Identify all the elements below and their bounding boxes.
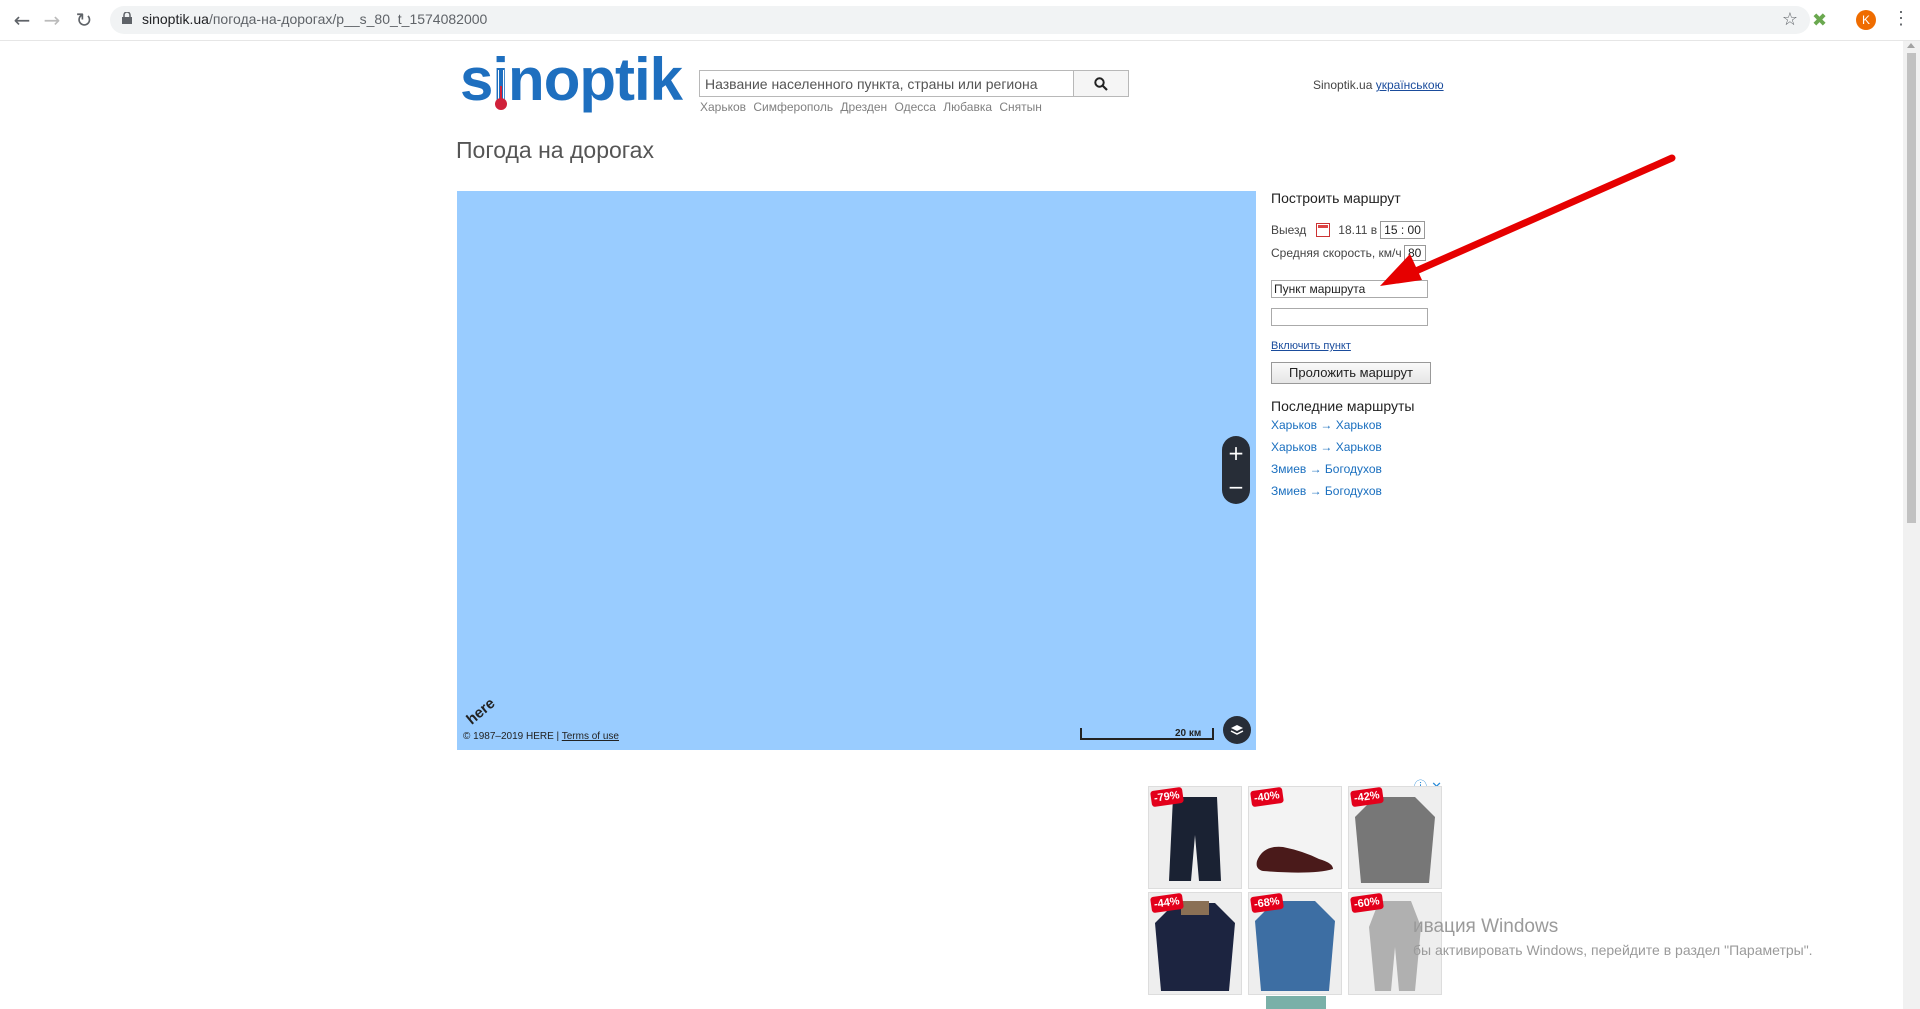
city-link[interactable]: Одесса [895, 100, 936, 114]
logo-graphic: sinoptik [460, 46, 685, 113]
reload-icon[interactable]: ↻ [72, 8, 96, 32]
recent-route-link[interactable]: Змиев → Богодухов [1271, 462, 1451, 476]
here-logo: here [463, 694, 499, 729]
zoom-out-button[interactable]: − [1222, 470, 1250, 504]
shirt-image [1255, 901, 1335, 991]
city-link[interactable]: Любавка [943, 100, 992, 114]
forward-arrow-icon[interactable]: → [40, 8, 64, 32]
scroll-up-icon[interactable] [1907, 43, 1915, 48]
windows-activation-title: ивация Windows [1413, 916, 1559, 937]
sinoptik-logo[interactable]: sinoptik [460, 46, 685, 132]
search-button[interactable] [1074, 71, 1128, 96]
shoe-image [1256, 846, 1333, 873]
terms-of-use-link[interactable]: Terms of use [562, 731, 619, 742]
city-link[interactable]: Снятын [999, 100, 1042, 114]
calendar-icon[interactable] [1316, 223, 1331, 237]
ad-product-tile[interactable]: -44% [1148, 892, 1242, 995]
recent-route-link[interactable]: Змиев → Богодухов [1271, 484, 1451, 498]
quick-city-links: Харьков Симферополь Дрезден Одесса Любав… [700, 100, 1046, 114]
search-icon [1094, 76, 1108, 91]
city-link[interactable]: Симферополь [753, 100, 833, 114]
map-area[interactable]: + − here © 1987–2019 HERE | Terms of use… [457, 191, 1256, 750]
zoom-control: + − [1222, 436, 1250, 504]
extension-icon[interactable]: ✖ [1812, 10, 1827, 31]
scrollbar[interactable] [1903, 41, 1920, 1009]
search-input[interactable] [700, 71, 1074, 96]
ad-product-tile[interactable]: -68% [1248, 892, 1342, 995]
departure-label: Выезд [1271, 223, 1307, 237]
jacket-image [1155, 901, 1235, 991]
ad-footer-bar [1266, 996, 1326, 1009]
recent-route-link[interactable]: Харьков → Харьков [1271, 440, 1451, 454]
discount-badge: -40% [1250, 787, 1284, 808]
browser-menu-icon[interactable]: ⋮ [1892, 8, 1910, 29]
current-site-label: Sinoptik.ua [1313, 78, 1373, 92]
windows-activation-text: бы активировать Windows, перейдите в раз… [1413, 942, 1813, 958]
sweater-image [1355, 797, 1435, 883]
map-scale-label: 20 км [1175, 728, 1202, 739]
logo-text: sinoptik [460, 48, 684, 113]
ukrainian-language-link[interactable]: українською [1376, 78, 1444, 92]
lock-icon [122, 12, 132, 24]
profile-avatar[interactable]: K [1856, 10, 1876, 30]
ad-product-tile[interactable]: -79% [1148, 786, 1242, 889]
red-annotation-arrow [1380, 154, 1676, 286]
browser-toolbar: ← → ↻ sinoptik.ua/погода-на-дорогах/p__s… [0, 0, 1920, 41]
ad-product-tile[interactable]: -42% [1348, 786, 1442, 889]
recent-routes-title: Последние маршруты [1271, 398, 1415, 414]
map-layers-button[interactable] [1223, 716, 1251, 744]
advertisement-block[interactable]: ⓘ ✕ -79% -40% -42% -44% -68% -60% [1148, 780, 1442, 995]
search-box [699, 70, 1129, 97]
recent-routes-list: Харьков → Харьков Харьков → Харьков Змие… [1271, 418, 1451, 498]
recent-route-link[interactable]: Харьков → Харьков [1271, 418, 1451, 432]
ad-product-tile[interactable]: -40% [1248, 786, 1342, 889]
city-link[interactable]: Харьков [700, 100, 746, 114]
scrollbar-thumb[interactable] [1907, 53, 1916, 523]
route-point-2-input[interactable] [1271, 308, 1428, 326]
language-switch: Sinoptik.ua українською [1313, 78, 1444, 92]
address-bar[interactable]: sinoptik.ua/погода-на-дорогах/p__s_80_t_… [110, 6, 1810, 34]
add-route-point-link[interactable]: Включить пункт [1271, 340, 1451, 352]
layers-icon [1230, 725, 1244, 735]
copyright-text: © 1987–2019 HERE | [463, 731, 560, 742]
shorts-image [1169, 797, 1221, 881]
back-arrow-icon[interactable]: ← [10, 8, 34, 32]
map-copyright: © 1987–2019 HERE | Terms of use [463, 731, 619, 742]
city-link[interactable]: Дрезден [840, 100, 887, 114]
page-title: Погода на дорогах [456, 137, 654, 163]
build-route-button[interactable]: Проложить маршрут [1271, 362, 1431, 384]
zoom-in-button[interactable]: + [1222, 436, 1250, 470]
url-text: sinoptik.ua/погода-на-дорогах/p__s_80_t_… [142, 11, 488, 27]
bookmark-star-icon[interactable]: ☆ [1782, 9, 1798, 30]
